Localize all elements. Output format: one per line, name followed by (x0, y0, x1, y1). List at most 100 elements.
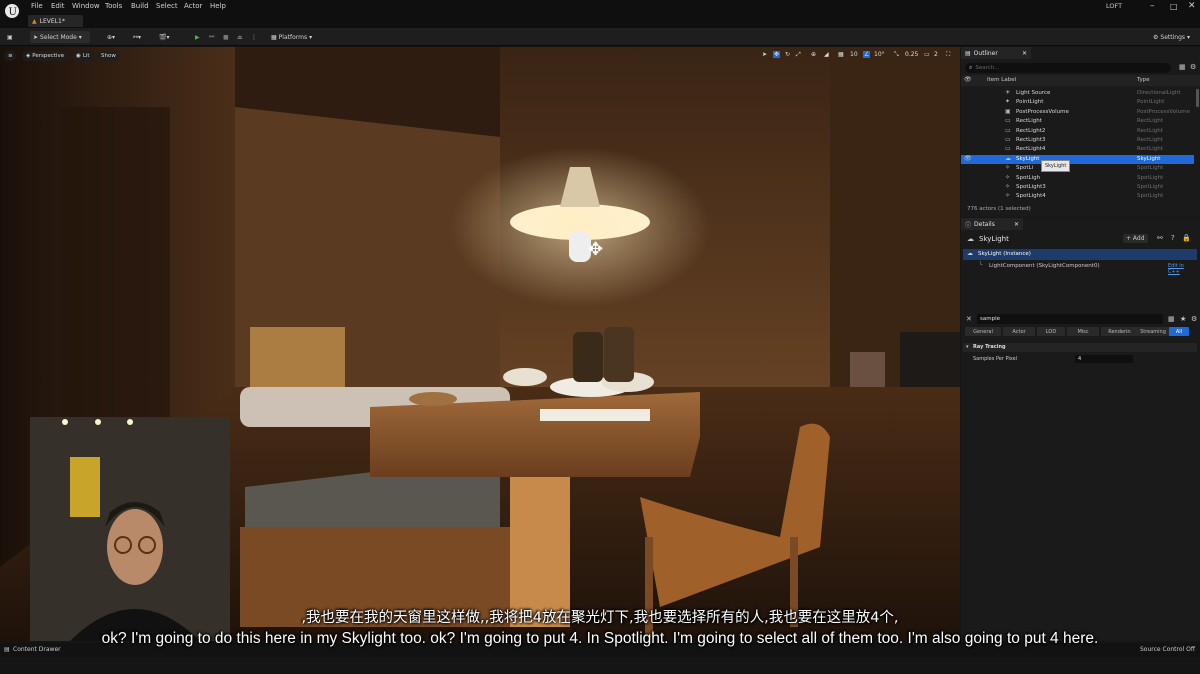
show-button[interactable]: Show (97, 51, 120, 61)
show-label: Show (101, 53, 116, 59)
grid-snap-value[interactable]: 10 (850, 51, 858, 58)
blueprint-icon[interactable]: ⚯▾ (130, 31, 144, 43)
maximize-viewport-icon[interactable]: ⛶ (946, 51, 950, 59)
outliner-search-input[interactable]: ⌕ Search... (965, 63, 1171, 73)
filter-general[interactable]: General (965, 327, 1001, 336)
surface-snap-icon[interactable]: ◢ (824, 51, 829, 58)
filter-actor[interactable]: Actor (1003, 327, 1035, 336)
menu-help[interactable]: Help (210, 2, 226, 10)
minimize-icon[interactable]: – (1150, 1, 1155, 11)
gear-icon[interactable]: ⚙ (1191, 315, 1197, 323)
save-icon[interactable]: ▣ (4, 31, 16, 43)
scale-snap-icon[interactable]: ⤡ (894, 51, 899, 59)
close-window-icon[interactable]: ✕ (1188, 1, 1196, 11)
camera-speed-value[interactable]: 2 (934, 51, 938, 58)
menu-tools[interactable]: Tools (105, 2, 122, 10)
menu-file[interactable]: File (31, 2, 43, 10)
level-viewport[interactable]: ≡ ◈ Perspective ◉ Lit Show ➤ ✥ ↻ ⤢ ⊕ ◢ ▦ 1… (0, 47, 960, 641)
outliner-list: ☀ Light Source DirectionalLight ✦ PointLight… (961, 89, 1195, 201)
rotate-tool-icon[interactable]: ↻ (785, 51, 790, 58)
platforms-icon: ▦ (271, 33, 277, 41)
perspective-icon: ◈ (26, 53, 31, 59)
scale-snap-value[interactable]: 0.25 (905, 51, 918, 58)
filter-all[interactable]: All (1169, 327, 1189, 336)
section-ray-tracing[interactable]: ▾ Ray Tracing (963, 343, 1197, 352)
help-icon[interactable]: ? (1171, 234, 1175, 242)
select-mode-dropdown[interactable]: ➤ Select Mode ▾ (30, 31, 90, 43)
menu-build[interactable]: Build (131, 2, 149, 10)
level-tab[interactable]: ▲ LEVEL1* (28, 15, 83, 27)
settings-dropdown[interactable]: ⚙ Settings ▾ (1150, 31, 1193, 43)
tab-details[interactable]: ⓘ Details ✕ (961, 218, 1023, 230)
outliner-row[interactable]: ✧ SpotLi SpotLight (961, 164, 1194, 173)
more-options-icon[interactable]: ⋮ (248, 31, 260, 43)
eject-icon[interactable]: ⏏ (234, 31, 246, 43)
col-type[interactable]: Type (1137, 77, 1150, 83)
details-search-input[interactable]: sample (977, 314, 1163, 324)
outliner-row[interactable]: ▭ RectLight RectLight (961, 117, 1194, 126)
lock-icon[interactable]: 🔒 (1182, 234, 1191, 242)
menu-window[interactable]: Window (72, 2, 100, 10)
instance-row[interactable]: ☁ SkyLight (Instance) (963, 249, 1197, 260)
clear-search-icon[interactable]: ✕ (966, 315, 972, 323)
visibility-eye-icon[interactable]: 👁 (964, 155, 972, 162)
lit-button[interactable]: ◉ Lit (72, 51, 94, 61)
add-content-icon[interactable]: ⊕▾ (104, 31, 118, 43)
outliner-row[interactable]: ▭ RectLight2 RectLight (961, 127, 1194, 136)
add-filter-icon[interactable]: ▦ (1179, 63, 1186, 71)
outliner-scrollbar[interactable] (1196, 89, 1199, 107)
add-component-button[interactable]: + Add (1123, 234, 1148, 243)
gear-icon[interactable]: ⚙ (1190, 63, 1196, 71)
angle-snap-value[interactable]: 10° (874, 51, 885, 58)
col-item-label[interactable]: Item Label (987, 77, 1016, 83)
blueprint-icon[interactable]: ⚯ (1157, 234, 1163, 242)
menu-select[interactable]: Select (156, 2, 178, 10)
menu-edit[interactable]: Edit (51, 2, 65, 10)
viewport-menu-icon[interactable]: ≡ (4, 51, 16, 61)
outliner-row[interactable]: ▭ RectLight4 RectLight (961, 145, 1194, 154)
outliner-row[interactable]: 👁 ☁ SkyLight SkyLight (961, 154, 1194, 165)
outliner-row[interactable]: ✧ SpotLight4 SpotLight (961, 192, 1194, 201)
outliner-row-label: RectLight (1016, 118, 1042, 125)
menu-actor[interactable]: Actor (184, 2, 202, 10)
scale-tool-icon[interactable]: ⤢ (796, 51, 801, 59)
favorite-star-icon[interactable]: ★ (1180, 315, 1186, 323)
skylight-icon: ☁ (967, 250, 973, 257)
perspective-button[interactable]: ◈ Perspective (22, 51, 69, 61)
outliner-row[interactable]: ▭ RectLight3 RectLight (961, 136, 1194, 145)
translate-tool-icon[interactable]: ✥ (773, 51, 781, 58)
outliner-row[interactable]: ✧ SpotLight3 SpotLight (961, 183, 1194, 192)
outliner-row[interactable]: ✦ PointLight PointLight (961, 98, 1194, 107)
samples-per-pixel-input[interactable]: 4 (1075, 355, 1133, 363)
search-icon: ⌕ (969, 64, 973, 71)
platforms-dropdown[interactable]: ▦ Platforms ▾ (268, 31, 315, 43)
camera-speed-icon[interactable]: ▭ (924, 51, 930, 58)
tab-outliner[interactable]: ▤ Outliner ✕ (961, 47, 1031, 59)
grid-view-icon[interactable]: ▦ (1168, 315, 1175, 323)
outliner-row[interactable]: ☀ Light Source DirectionalLight (961, 89, 1194, 98)
cinematics-icon[interactable]: 🎬▾ (156, 31, 172, 43)
angle-snap-icon[interactable]: ∠ (863, 51, 871, 58)
filter-misc[interactable]: Misc (1067, 327, 1099, 336)
close-tab-icon[interactable]: ✕ (1014, 221, 1019, 228)
details-tab-label: Details (974, 220, 995, 228)
stop-icon[interactable]: ■ (220, 31, 232, 43)
step-icon[interactable]: ⏭ (206, 31, 217, 43)
actor-name[interactable]: SkyLight (979, 235, 1009, 243)
move-gizmo-icon[interactable]: ✥ (588, 239, 603, 260)
select-tool-icon[interactable]: ➤ (762, 51, 767, 58)
grid-snap-icon[interactable]: ▦ (838, 51, 844, 58)
filter-lod[interactable]: LOD (1037, 327, 1065, 336)
box-icon: ▣ (1005, 107, 1011, 115)
edit-cpp-link[interactable]: Edit in C++ (1168, 263, 1197, 275)
play-icon[interactable]: ▶ (192, 31, 203, 43)
outliner-row[interactable]: ✧ SpotLigh SpotLight (961, 174, 1194, 183)
outliner-row-label: PostProcessVolume (1016, 108, 1069, 115)
component-row[interactable]: └ LightComponent (SkyLightComponent0) Ed… (963, 261, 1197, 275)
close-tab-icon[interactable]: ✕ (1022, 50, 1027, 57)
level-icon: ▲ (32, 17, 37, 25)
world-space-icon[interactable]: ⊕ (811, 51, 816, 58)
outliner-row[interactable]: ▣ PostProcessVolume PostProcessVolume (961, 108, 1194, 117)
maximize-icon[interactable]: □ (1170, 2, 1178, 11)
unreal-logo-icon[interactable]: U (3, 2, 21, 20)
